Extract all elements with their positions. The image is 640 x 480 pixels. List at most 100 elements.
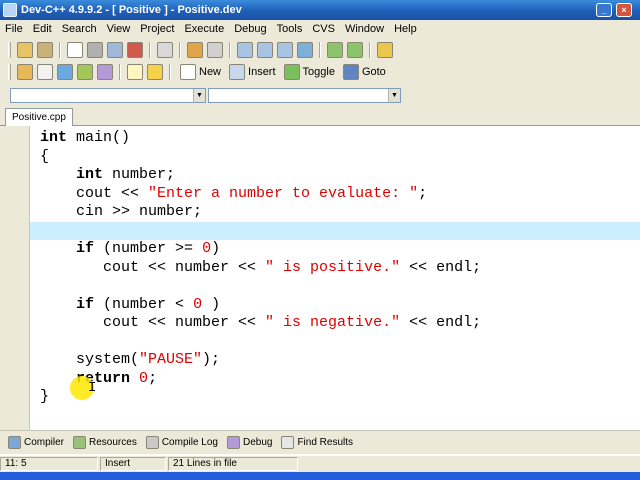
replace-icon[interactable] bbox=[257, 42, 273, 58]
app-icon bbox=[3, 3, 17, 17]
main-toolbar bbox=[0, 38, 640, 62]
toolbar-grip[interactable] bbox=[8, 64, 11, 80]
compile-log-icon bbox=[145, 436, 159, 449]
toolbar-grip[interactable] bbox=[8, 42, 11, 58]
menu-edit[interactable]: Edit bbox=[28, 23, 57, 35]
goto-label: Goto bbox=[361, 66, 386, 78]
insert-icon bbox=[229, 64, 246, 80]
menu-search[interactable]: Search bbox=[57, 23, 102, 35]
close-file-icon[interactable] bbox=[127, 42, 143, 58]
code-line[interactable]: int number; bbox=[30, 166, 640, 184]
code-line[interactable]: if (number < 0 ) bbox=[30, 296, 640, 314]
rebuild-icon[interactable] bbox=[77, 64, 93, 80]
chevron-down-icon[interactable]: ▼ bbox=[193, 89, 205, 102]
menu-project[interactable]: Project bbox=[135, 23, 179, 35]
toolbar-separator bbox=[169, 64, 171, 80]
code-editor[interactable]: int main(){ int number; cout << "Enter a… bbox=[0, 126, 640, 430]
tab-positive-cpp[interactable]: Positive.cpp bbox=[5, 108, 73, 127]
check-icon[interactable] bbox=[97, 64, 113, 80]
menu-execute[interactable]: Execute bbox=[179, 23, 229, 35]
ibeam-cursor-icon: I bbox=[88, 380, 97, 396]
window-title: Dev-C++ 4.9.9.2 - [ Positive ] - Positiv… bbox=[21, 4, 242, 16]
undo-icon[interactable] bbox=[187, 42, 203, 58]
code-line[interactable]: return 0; bbox=[30, 370, 640, 388]
add-to-project-icon[interactable] bbox=[327, 42, 343, 58]
open-project-icon[interactable] bbox=[17, 42, 33, 58]
menu-file[interactable]: File bbox=[0, 23, 28, 35]
find-results-icon bbox=[281, 436, 295, 449]
member-combo[interactable]: ▼ bbox=[208, 88, 401, 103]
menu-bar: File Edit Search View Project Execute De… bbox=[0, 20, 640, 38]
code-line[interactable]: system("PAUSE"); bbox=[30, 351, 640, 369]
goto-button[interactable]: Goto bbox=[341, 63, 386, 81]
tab-debug-label: Debug bbox=[242, 437, 273, 448]
about-icon[interactable] bbox=[147, 64, 163, 80]
code-line[interactable]: cout << number << " is positive." << end… bbox=[30, 259, 640, 277]
toggle-label: Toggle bbox=[302, 66, 335, 78]
tab-compile-log[interactable]: Compile Log bbox=[144, 436, 218, 449]
tab-debug[interactable]: Debug bbox=[225, 436, 272, 449]
minimize-button[interactable]: _ bbox=[596, 3, 612, 17]
title-bar: Dev-C++ 4.9.9.2 - [ Positive ] - Positiv… bbox=[0, 0, 640, 20]
compile-icon[interactable] bbox=[17, 64, 33, 80]
secondary-toolbar: New Insert Toggle Goto bbox=[0, 60, 640, 84]
line-count: 21 Lines in file bbox=[168, 457, 298, 471]
edit-mode: Insert bbox=[100, 457, 166, 471]
print-icon[interactable] bbox=[157, 42, 173, 58]
menu-window[interactable]: Window bbox=[340, 23, 389, 35]
new-class-icon bbox=[180, 64, 196, 80]
toggle-button[interactable]: Toggle bbox=[282, 63, 335, 81]
open-folder-icon[interactable] bbox=[37, 42, 53, 58]
code-line[interactable]: int main() bbox=[30, 129, 640, 147]
code-line[interactable] bbox=[30, 333, 640, 351]
tab-compiler-label: Compiler bbox=[24, 437, 65, 448]
toolbar-separator bbox=[179, 42, 181, 58]
compile-run-icon[interactable] bbox=[57, 64, 73, 80]
tab-resources[interactable]: Resources bbox=[71, 436, 137, 449]
resources-icon bbox=[73, 436, 87, 449]
code-line[interactable]: cout << "Enter a number to evaluate: "; bbox=[30, 185, 640, 203]
goto-line-icon[interactable] bbox=[297, 42, 313, 58]
save-all-icon[interactable] bbox=[107, 42, 123, 58]
new-file-icon[interactable] bbox=[67, 42, 83, 58]
goto-bookmark-icon bbox=[342, 64, 359, 80]
new-button[interactable]: New bbox=[178, 63, 221, 81]
class-browser-bar: ▼ ▼ bbox=[0, 84, 640, 106]
code-line[interactable] bbox=[30, 277, 640, 295]
menu-help[interactable]: Help bbox=[389, 23, 422, 35]
code-line[interactable]: cout << number << " is negative." << end… bbox=[30, 314, 640, 332]
menu-view[interactable]: View bbox=[102, 23, 136, 35]
project-options-icon[interactable] bbox=[377, 42, 393, 58]
find-next-icon[interactable] bbox=[277, 42, 293, 58]
insert-label: Insert bbox=[248, 66, 276, 78]
code-line[interactable]: cin >> number; bbox=[30, 203, 640, 221]
code-area[interactable]: int main(){ int number; cout << "Enter a… bbox=[30, 126, 640, 430]
cursor-position: 11: 5 bbox=[0, 457, 98, 471]
remove-from-project-icon[interactable] bbox=[347, 42, 363, 58]
tab-find-results[interactable]: Find Results bbox=[279, 436, 353, 449]
chevron-down-icon[interactable]: ▼ bbox=[388, 89, 400, 102]
active-code-line[interactable] bbox=[30, 221, 640, 240]
status-bar: 11: 5 Insert 21 Lines in file bbox=[0, 456, 640, 472]
help-icon[interactable] bbox=[127, 64, 143, 80]
toolbar-separator bbox=[369, 42, 371, 58]
new-label: New bbox=[199, 66, 222, 78]
code-line[interactable]: if (number >= 0) bbox=[30, 240, 640, 258]
code-line[interactable]: { bbox=[30, 148, 640, 166]
tab-compiler[interactable]: Compiler bbox=[6, 436, 64, 449]
editor-gutter bbox=[0, 126, 30, 430]
tab-compile-log-label: Compile Log bbox=[161, 437, 218, 448]
insert-button[interactable]: Insert bbox=[227, 63, 276, 81]
close-button[interactable]: × bbox=[616, 3, 632, 17]
save-icon[interactable] bbox=[87, 42, 103, 58]
run-icon[interactable] bbox=[37, 64, 53, 80]
class-combo[interactable]: ▼ bbox=[10, 88, 206, 103]
code-line[interactable]: } bbox=[30, 388, 640, 406]
toggle-bookmark-icon bbox=[283, 64, 300, 80]
menu-debug[interactable]: Debug bbox=[229, 23, 271, 35]
find-icon[interactable] bbox=[237, 42, 253, 58]
menu-cvs[interactable]: CVS bbox=[307, 23, 340, 35]
menu-tools[interactable]: Tools bbox=[272, 23, 308, 35]
redo-icon[interactable] bbox=[207, 42, 223, 58]
tab-find-results-label: Find Results bbox=[297, 437, 354, 448]
